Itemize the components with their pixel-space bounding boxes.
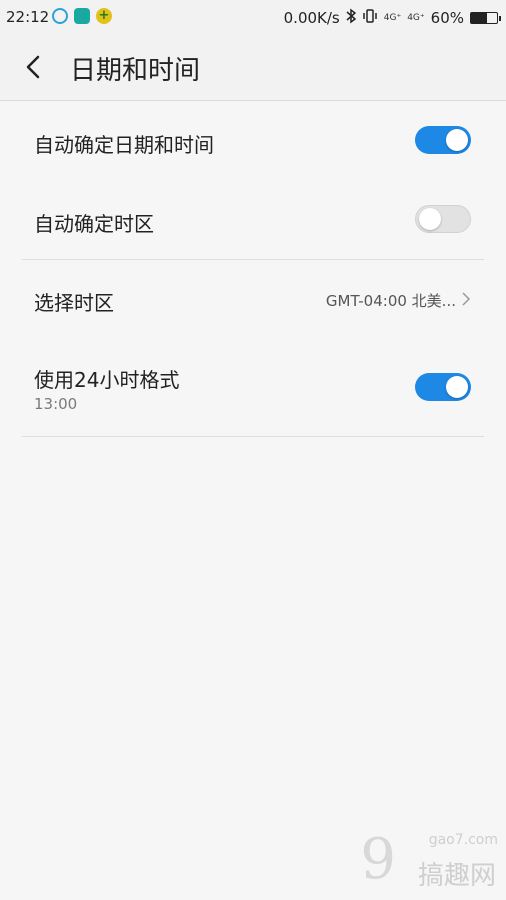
- net-speed: 0.00K/s: [283, 9, 340, 27]
- setting-24h-format[interactable]: 使用24小时格式 13:00: [0, 338, 506, 436]
- notification-icons: +: [52, 8, 112, 24]
- battery-fill: [471, 13, 487, 23]
- divider: [22, 436, 484, 437]
- chevron-right-icon: [460, 291, 472, 307]
- back-arrow-icon[interactable]: [20, 52, 48, 82]
- signal-icon-2: 4G⁺: [407, 13, 425, 23]
- auto-timezone-toggle[interactable]: [415, 205, 471, 233]
- toggle-knob: [419, 208, 441, 230]
- status-time: 22:12: [6, 8, 50, 26]
- battery-icon: [470, 12, 501, 24]
- battery-percent: 60%: [430, 9, 464, 27]
- vibrate-icon: [362, 9, 378, 27]
- watermark-logo-icon: 9: [360, 827, 396, 892]
- setting-label: 使用24小时格式: [34, 368, 180, 392]
- setting-label: 选择时区: [34, 291, 114, 315]
- signal-2-label: 4G⁺: [407, 13, 425, 23]
- status-right: 0.00K/s 4G⁺ 4G⁺ 60%: [283, 8, 501, 28]
- auto-datetime-toggle[interactable]: [415, 126, 471, 154]
- scan-icon: [74, 8, 90, 24]
- setting-label: 自动确定日期和时间: [34, 133, 214, 157]
- signal-icon: 4G⁺: [383, 13, 402, 23]
- status-bar: 22:12 + 0.00K/s 4G⁺ 4G⁺ 60%: [0, 0, 506, 34]
- use-24h-toggle[interactable]: [415, 373, 471, 401]
- watermark-site: gao7.com: [428, 832, 498, 848]
- toggle-knob: [446, 376, 468, 398]
- signal-1-label: 4G⁺: [383, 13, 402, 23]
- timezone-value: GMT-04:00 北美...: [325, 292, 456, 310]
- plus-icon: +: [96, 8, 112, 24]
- setting-auto-timezone[interactable]: 自动确定时区: [0, 179, 506, 259]
- headset-icon: [52, 8, 68, 24]
- setting-label: 自动确定时区: [34, 212, 154, 236]
- page-title: 日期和时间: [70, 56, 201, 86]
- setting-select-timezone[interactable]: 选择时区 GMT-04:00 北美...: [0, 260, 506, 338]
- header: 日期和时间: [0, 34, 506, 101]
- bluetooth-icon: [346, 8, 356, 28]
- toggle-knob: [446, 129, 468, 151]
- setting-sublabel: 13:00: [34, 395, 78, 413]
- setting-auto-datetime[interactable]: 自动确定日期和时间: [0, 101, 506, 179]
- watermark-text: 搞趣网: [417, 861, 496, 891]
